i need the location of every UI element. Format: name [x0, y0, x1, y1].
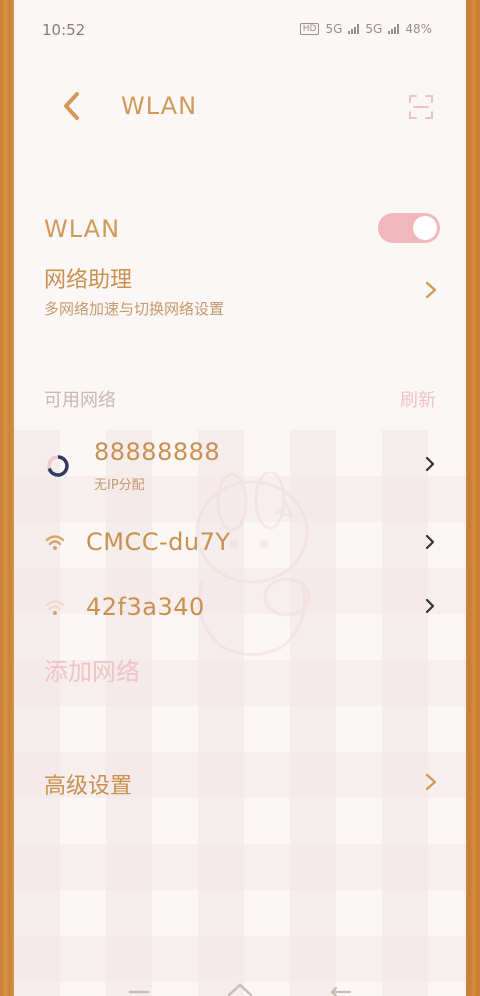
- network-item[interactable]: 88888888 无IP分配: [14, 432, 466, 496]
- menu-icon[interactable]: [128, 988, 150, 996]
- wifi-icon: [45, 535, 65, 550]
- signal-icon-2: [388, 24, 400, 34]
- network-status: 无IP分配: [94, 478, 145, 493]
- scan-qr-icon[interactable]: [408, 94, 434, 120]
- add-network-button[interactable]: 添加网络: [44, 652, 140, 687]
- network-type-2: 5G: [365, 22, 383, 36]
- back-arrow-icon[interactable]: [60, 90, 82, 122]
- wlan-toggle-switch[interactable]: [378, 213, 440, 243]
- network-assistant-subtitle: 多网络加速与切换网络设置: [44, 300, 225, 318]
- network-item[interactable]: CMCC-du7Y: [14, 520, 466, 570]
- available-networks-label: 可用网络: [44, 390, 116, 411]
- battery-level: 48%: [405, 22, 432, 36]
- bunny-mascot-watermark: [195, 472, 311, 656]
- wlan-label: WLAN: [44, 215, 121, 243]
- phone-screen: 10:52 HD 5G 5G 48% WLAN WLAN 网络助理 多网络加速与…: [14, 0, 466, 996]
- status-time: 10:52: [42, 21, 86, 39]
- advanced-settings-row[interactable]: 高级设置: [14, 766, 466, 806]
- page-title: WLAN: [121, 92, 198, 120]
- chevron-right-icon: [425, 281, 437, 299]
- chevron-right-icon: [425, 773, 437, 791]
- hd-icon: HD: [299, 23, 320, 35]
- refresh-button[interactable]: 刷新: [400, 386, 436, 412]
- status-bar: 10:52 HD 5G 5G 48%: [14, 0, 466, 60]
- chevron-right-icon[interactable]: [424, 455, 436, 473]
- connecting-ring-icon: [47, 455, 69, 477]
- network-name: CMCC-du7Y: [86, 528, 231, 556]
- chevron-right-icon[interactable]: [424, 533, 436, 551]
- chevron-right-icon[interactable]: [424, 597, 436, 615]
- page-header: WLAN: [14, 80, 466, 136]
- network-item[interactable]: 42f3a340: [14, 585, 466, 635]
- network-name: 88888888: [94, 438, 221, 466]
- navigation-bar: [14, 972, 466, 996]
- network-name: 42f3a340: [86, 593, 205, 621]
- home-icon[interactable]: [226, 982, 254, 996]
- network-assistant-row[interactable]: 网络助理 多网络加速与切换网络设置: [14, 262, 466, 324]
- wlan-toggle-row[interactable]: WLAN: [14, 213, 466, 251]
- network-type-1: 5G: [325, 22, 343, 36]
- status-icons: HD 5G 5G 48%: [299, 22, 432, 36]
- network-assistant-title: 网络助理: [44, 268, 133, 293]
- back-nav-icon[interactable]: [330, 986, 352, 996]
- toggle-knob: [413, 216, 437, 240]
- advanced-settings-label: 高级设置: [44, 774, 133, 799]
- signal-icon: [348, 24, 360, 34]
- wifi-weak-icon: [45, 600, 65, 615]
